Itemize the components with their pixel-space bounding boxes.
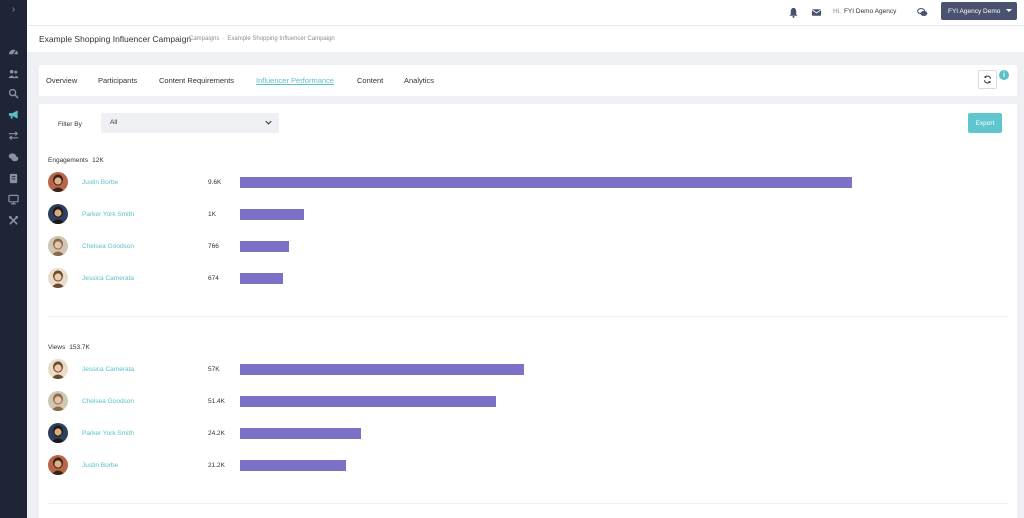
chat-icon[interactable] bbox=[5, 150, 22, 164]
mail-icon[interactable] bbox=[810, 6, 822, 18]
metric-value: 1K bbox=[208, 211, 216, 218]
filter-label: Filter By bbox=[58, 121, 82, 128]
top-bar: Hi, FYI Demo Agency FYI Agency Demo bbox=[27, 0, 1024, 26]
tab-influencer-performance[interactable]: Influencer Performance bbox=[256, 76, 334, 85]
performance-panel: Filter By All Export Engagements 12K Justi… bbox=[39, 104, 1017, 518]
monitor-icon[interactable] bbox=[5, 192, 22, 206]
filter-value: All bbox=[110, 119, 118, 126]
section-divider bbox=[48, 503, 1008, 504]
dashboard-icon[interactable] bbox=[5, 44, 22, 58]
influencer-name-link[interactable]: Justin Borbe bbox=[82, 179, 118, 186]
breadcrumb-item-current: Example Shopping Influencer Campaign bbox=[227, 36, 335, 42]
breadcrumb-separator: · bbox=[222, 36, 225, 42]
title-bar: Example Shopping Influencer Campaign Cam… bbox=[27, 26, 1024, 52]
caret-down-icon bbox=[1006, 9, 1012, 12]
section-divider bbox=[48, 316, 1008, 317]
tab-content[interactable]: Content bbox=[357, 76, 383, 85]
metric-value: 674 bbox=[208, 275, 219, 282]
metric-bar bbox=[240, 364, 524, 375]
transfer-icon[interactable] bbox=[5, 128, 22, 142]
metric-value: 9.6K bbox=[208, 179, 222, 186]
refresh-icon bbox=[983, 75, 992, 84]
tab-participants[interactable]: Participants bbox=[98, 76, 137, 85]
influencer-name-link[interactable]: Justin Borbe bbox=[82, 462, 118, 469]
section-total: 153.7K bbox=[69, 344, 90, 351]
avatar[interactable] bbox=[48, 204, 68, 224]
filter-select[interactable]: All bbox=[101, 113, 279, 133]
influencer-name-link[interactable]: Chelsea Goodson bbox=[82, 398, 134, 405]
tools-icon[interactable] bbox=[5, 213, 22, 227]
metric-value: 24.2K bbox=[208, 430, 225, 437]
document-icon[interactable] bbox=[5, 171, 22, 185]
section-title-label: Engagements bbox=[48, 157, 89, 164]
tab-analytics[interactable]: Analytics bbox=[404, 76, 434, 85]
influencer-name-link[interactable]: Chelsea Goodson bbox=[82, 243, 134, 250]
influencer-name-link[interactable]: Parker York Smith bbox=[82, 430, 134, 437]
section-title: Views 153.7K bbox=[48, 344, 90, 351]
avatar[interactable] bbox=[48, 391, 68, 411]
agency-switcher-button[interactable]: FYI Agency Demo bbox=[941, 2, 1017, 20]
influencer-name-link[interactable]: Jessica Camerata bbox=[82, 275, 134, 282]
tabs-bar: Overview Participants Content Requiremen… bbox=[39, 65, 1017, 96]
user-name[interactable]: FYI Demo Agency bbox=[844, 8, 896, 15]
section-title: Engagements 12K bbox=[48, 157, 104, 164]
export-button[interactable]: Export bbox=[968, 113, 1002, 133]
sidebar: › bbox=[0, 0, 27, 518]
metric-value: 51.4K bbox=[208, 398, 225, 405]
breadcrumb-item-campaigns[interactable]: Campaigns bbox=[189, 36, 219, 42]
avatar[interactable] bbox=[48, 268, 68, 288]
metric-bar bbox=[240, 460, 346, 471]
avatar[interactable] bbox=[48, 236, 68, 256]
tab-overview[interactable]: Overview bbox=[46, 76, 77, 85]
metric-bar bbox=[240, 209, 304, 220]
influencer-name-link[interactable]: Jessica Camerata bbox=[82, 366, 134, 373]
greeting-prefix: Hi, bbox=[833, 8, 841, 15]
megaphone-icon[interactable] bbox=[5, 107, 22, 121]
metric-value: 766 bbox=[208, 243, 219, 250]
metric-bar bbox=[240, 396, 496, 407]
metric-bar bbox=[240, 241, 289, 252]
metric-value: 21.2K bbox=[208, 462, 225, 469]
agency-switcher-label: FYI Agency Demo bbox=[948, 7, 1001, 15]
page-title: Example Shopping Influencer Campaign bbox=[39, 34, 192, 44]
users-icon[interactable] bbox=[5, 66, 22, 80]
sidebar-toggle[interactable]: › bbox=[0, 4, 27, 15]
section-total: 12K bbox=[92, 157, 104, 164]
avatar[interactable] bbox=[48, 359, 68, 379]
greeting: Hi, FYI Demo Agency bbox=[833, 8, 896, 15]
breadcrumb: Campaigns · Example Shopping Influencer Ca… bbox=[189, 36, 335, 42]
bell-icon[interactable] bbox=[787, 6, 799, 18]
messages-icon[interactable] bbox=[916, 6, 928, 18]
influencer-name-link[interactable]: Parker York Smith bbox=[82, 211, 134, 218]
avatar[interactable] bbox=[48, 455, 68, 475]
chevron-down-icon bbox=[265, 120, 272, 125]
metric-bar bbox=[240, 428, 361, 439]
metric-value: 57K bbox=[208, 366, 220, 373]
metric-bar bbox=[240, 177, 852, 188]
search-icon[interactable] bbox=[5, 86, 22, 100]
tab-content-requirements[interactable]: Content Requirements bbox=[159, 76, 234, 85]
info-icon[interactable]: i bbox=[999, 70, 1009, 80]
refresh-button[interactable] bbox=[978, 70, 997, 89]
section-title-label: Views bbox=[48, 344, 66, 351]
avatar[interactable] bbox=[48, 172, 68, 192]
avatar[interactable] bbox=[48, 423, 68, 443]
metric-bar bbox=[240, 273, 283, 284]
